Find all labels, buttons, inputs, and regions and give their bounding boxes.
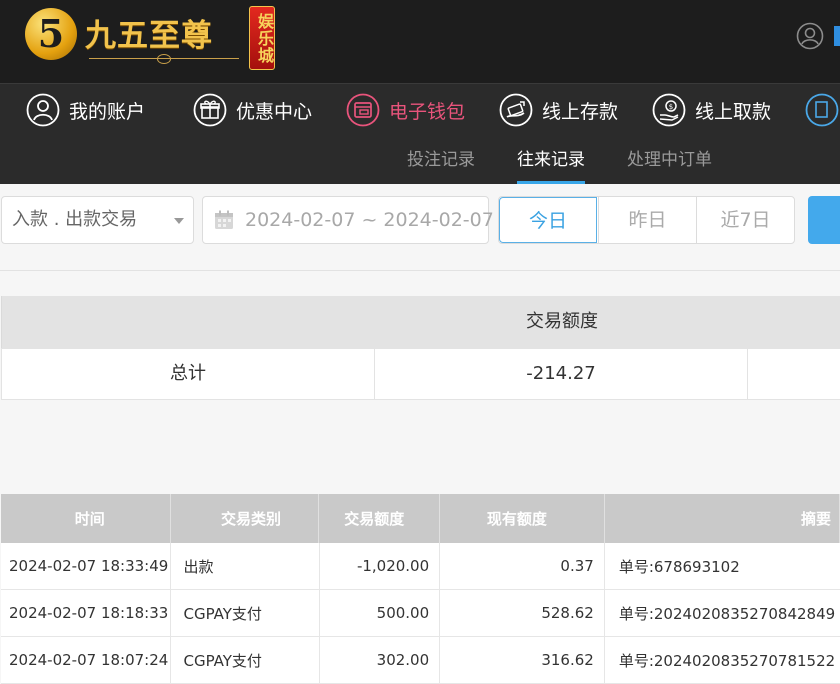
nav-online-deposit[interactable]: 线上存款 xyxy=(499,84,618,136)
nav-label: 电子钱包 xyxy=(389,100,466,123)
cell-time: 2024-02-07 18:07:24 xyxy=(1,637,172,683)
record-tabs: 投注记录 往来记录 处理中订单 xyxy=(0,136,840,184)
table-header-row: 时间 交易类别 交易额度 现有额度 摘要 xyxy=(1,494,840,543)
date-range-picker[interactable]: 2024-02-07 ~ 2024-02-07 xyxy=(202,196,494,244)
nav-label: 线上取款 xyxy=(695,100,772,123)
tab-transaction-records[interactable]: 往来记录 xyxy=(517,136,585,184)
today-button[interactable]: 今日 xyxy=(499,197,597,243)
gift-icon xyxy=(193,93,227,127)
logo-ornament xyxy=(89,54,239,67)
user-icon xyxy=(26,93,60,127)
yesterday-button[interactable]: 昨日 xyxy=(598,197,696,243)
summary-total-row: 总计 -214.27 xyxy=(1,348,840,400)
nav-label: 线上存款 xyxy=(542,100,619,123)
transaction-type-select[interactable]: 入款 . 出款交易 xyxy=(1,196,194,244)
site-header: 5 九五至尊 娱乐城 xyxy=(0,0,840,83)
nav-promotions[interactable]: 优惠中心 xyxy=(193,84,312,136)
nav-label: 我的账户 xyxy=(69,100,146,123)
transaction-type-value: 入款 . 出款交易 xyxy=(12,209,138,230)
quick-date-buttons: 今日 昨日 近7日 xyxy=(498,196,795,244)
cell-summary: 单号:2024020835270842849 xyxy=(618,604,836,623)
cell-amount: -1,020.00 xyxy=(320,543,441,589)
summary-header: 交易额度 xyxy=(1,296,840,348)
nav-label: 优惠中心 xyxy=(236,100,313,123)
last-7-days-button[interactable]: 近7日 xyxy=(696,197,794,243)
cell-amount: 500.00 xyxy=(320,590,441,636)
cell-type: CGPAY支付 xyxy=(171,637,320,683)
record-icon xyxy=(805,93,839,127)
nav-more[interactable] xyxy=(805,84,840,136)
summary-header-label: 交易额度 xyxy=(526,311,598,332)
cell-amount: 302.00 xyxy=(320,637,441,683)
account-menu-edge[interactable] xyxy=(834,26,840,46)
nav-online-withdraw[interactable]: $ 线上取款 xyxy=(652,84,771,136)
wallet-icon xyxy=(346,93,380,127)
table-row: 2024-02-07 18:07:24 CGPAY支付 302.00 316.6… xyxy=(1,637,840,684)
svg-text:$: $ xyxy=(669,103,673,111)
cell-summary: 单号:678693102 xyxy=(618,557,740,576)
cell-type: 出款 xyxy=(171,543,320,589)
cell-balance: 528.62 xyxy=(440,590,605,636)
cell-time: 2024-02-07 18:33:49 xyxy=(1,543,172,589)
logo-text: 九五至尊 xyxy=(85,18,213,54)
col-header-time: 时间 xyxy=(1,494,172,543)
withdraw-icon: $ xyxy=(652,93,686,127)
col-header-amount: 交易额度 xyxy=(319,494,441,543)
section-divider xyxy=(0,270,840,271)
logo-badge: 娱乐城 xyxy=(249,6,275,70)
col-header-summary: 摘要 xyxy=(605,494,840,543)
query-button[interactable] xyxy=(808,196,840,244)
caret-down-icon xyxy=(174,218,184,224)
deposit-icon xyxy=(499,93,533,127)
account-avatar-icon[interactable] xyxy=(796,22,824,50)
cell-balance: 0.37 xyxy=(440,543,605,589)
nav-e-wallet[interactable]: 电子钱包 xyxy=(346,84,465,136)
col-header-type: 交易类别 xyxy=(171,494,320,543)
cell-summary: 单号:2024020835270781522 xyxy=(618,651,836,670)
main-nav: 我的账户 优惠中心 电子钱包 线上存款 $ 线上取款 xyxy=(0,83,840,137)
col-header-balance: 现有额度 xyxy=(440,494,605,543)
logo-mark: 5 xyxy=(25,8,77,60)
tab-pending-orders[interactable]: 处理中订单 xyxy=(627,136,712,184)
cell-time: 2024-02-07 18:18:33 xyxy=(1,590,172,636)
date-range-value: 2024-02-07 ~ 2024-02-07 xyxy=(245,209,494,231)
nav-my-account[interactable]: 我的账户 xyxy=(26,84,145,136)
table-row: 2024-02-07 18:33:49 出款 -1,020.00 0.37 单号… xyxy=(1,543,840,590)
calendar-icon xyxy=(215,210,233,229)
site-logo[interactable]: 5 九五至尊 娱乐城 xyxy=(25,6,275,72)
cell-balance: 316.62 xyxy=(440,637,605,683)
summary-total-amount: -214.27 xyxy=(375,349,748,399)
cell-type: CGPAY支付 xyxy=(171,590,320,636)
tab-bet-records[interactable]: 投注记录 xyxy=(407,136,475,184)
summary-extra-cell xyxy=(748,349,840,399)
summary-total-label: 总计 xyxy=(2,349,375,399)
table-row: 2024-02-07 18:18:33 CGPAY支付 500.00 528.6… xyxy=(1,590,840,637)
